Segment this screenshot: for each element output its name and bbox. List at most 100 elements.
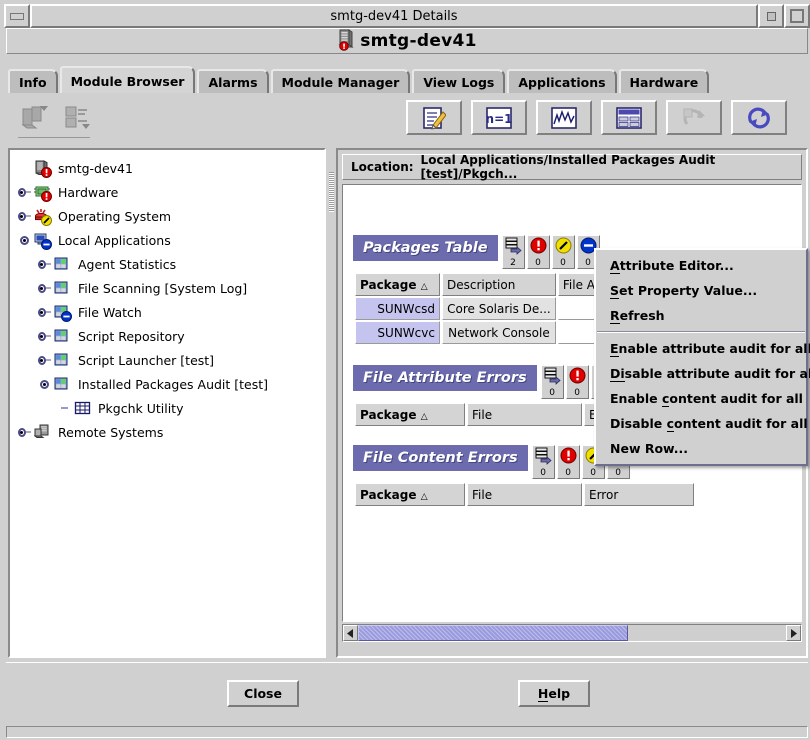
tree-item-label: smtg-dev41 <box>58 160 133 176</box>
tab-alarms[interactable]: Alarms <box>197 69 269 94</box>
tab-applications[interactable]: Applications <box>507 69 617 94</box>
refresh-disabled-button <box>666 100 722 135</box>
tree-expand-handle-closed-icon[interactable] <box>18 186 31 199</box>
sort-ascending-icon: △ <box>420 491 428 502</box>
maximize-button[interactable] <box>784 4 810 28</box>
tree-item-file-scanning-system-log[interactable]: File Scanning [System Log] <box>18 276 324 300</box>
col-package[interactable]: Package △ <box>355 273 440 296</box>
window-menu-button[interactable] <box>4 4 30 28</box>
tree-item-agent-statistics[interactable]: Agent Statistics <box>18 252 324 276</box>
context-menu[interactable]: Attribute Editor... Set Property Value...… <box>594 248 810 466</box>
tree-expand-handle-closed-icon[interactable] <box>38 354 51 367</box>
tree-expand-handle-closed-icon[interactable] <box>38 330 51 343</box>
tree-item-label: Operating System <box>58 208 172 224</box>
tree-expand-handle-closed-icon[interactable] <box>18 210 31 223</box>
rows-count-value: 2 <box>510 258 516 268</box>
view-menu-button[interactable] <box>61 99 95 137</box>
close-button[interactable]: Close <box>227 680 299 707</box>
caution-alarm-count: 0 <box>560 258 566 268</box>
tree-item-script-repository[interactable]: Script Repository <box>18 324 324 348</box>
tree-item-installed-packages-audit-test[interactable]: Installed Packages Audit [test] <box>18 372 324 396</box>
scroll-left-arrow-icon[interactable] <box>343 625 358 641</box>
module-menu-button[interactable] <box>18 99 52 137</box>
scroll-thumb[interactable] <box>358 625 628 641</box>
graph-button[interactable] <box>536 100 592 135</box>
alarm-critical-icon <box>560 447 577 468</box>
maximize-icon <box>790 9 804 23</box>
down-alarm-count: 0 <box>585 258 591 268</box>
menu-item-disable-content-audit-for-all[interactable]: Disable content audit for all <box>596 411 808 436</box>
file-attribute-errors-title[interactable]: File Attribute Errors <box>353 365 537 391</box>
rows-count-badge[interactable]: 0 <box>531 445 555 479</box>
tree-expand-handle-closed-icon[interactable] <box>38 282 51 295</box>
help-button[interactable]: Help <box>518 680 590 707</box>
menu-item-disable-attribute-audit-for-all[interactable]: Disable attribute audit for all <box>596 361 810 386</box>
tree-item-remote-systems[interactable]: Remote Systems <box>18 420 324 444</box>
refresh-button[interactable] <box>731 100 787 135</box>
set-property-value-button[interactable]: n=1 <box>471 100 527 135</box>
tree-expand-handle-closed-icon[interactable] <box>38 258 51 271</box>
rows-count-badge[interactable]: 0 <box>540 365 564 399</box>
menu-item-enable-attribute-audit-for-all[interactable]: Enable attribute audit for all <box>596 336 810 361</box>
cell-description[interactable]: Core Solaris De... <box>441 297 556 320</box>
file-content-errors-table[interactable]: Package △ File Error <box>353 482 696 507</box>
tree-expand-handle-closed-icon[interactable] <box>18 426 31 439</box>
alarm-caution-icon <box>555 237 572 258</box>
minimize-button[interactable] <box>758 4 784 28</box>
tree-item-smtg-dev41[interactable]: smtg-dev41 <box>18 156 324 180</box>
critical-alarm-count: 0 <box>574 388 580 398</box>
module-icon <box>54 328 73 345</box>
cell-package[interactable]: SUNWcvc <box>355 321 440 344</box>
col-package[interactable]: Package △ <box>355 403 465 426</box>
col-description[interactable]: Description <box>441 273 556 296</box>
tree-expand-handle-open-icon[interactable] <box>38 378 51 391</box>
tree-item-hardware[interactable]: Hardware <box>18 180 324 204</box>
col-error[interactable]: Error <box>584 483 694 506</box>
col-file[interactable]: File <box>467 403 582 426</box>
attribute-editor-button[interactable] <box>406 100 462 135</box>
tree-item-pkgchk-utility[interactable]: Pkgchk Utility <box>18 396 324 420</box>
critical-alarm-badge[interactable]: 0 <box>526 235 550 269</box>
tab-module-browser[interactable]: Module Browser <box>59 66 196 94</box>
critical-alarm-badge[interactable]: 0 <box>565 365 589 399</box>
tree-item-operating-system[interactable]: Operating System <box>18 204 324 228</box>
col-package-label: Package <box>360 277 417 292</box>
tab-view-logs[interactable]: View Logs <box>412 69 506 94</box>
horizontal-scrollbar[interactable] <box>342 624 802 642</box>
rows-count-badge[interactable]: 2 <box>501 235 525 269</box>
file-content-errors-header-row: Package △ File Error <box>355 483 694 506</box>
menu-item-attribute-editor[interactable]: Attribute Editor... <box>596 253 806 278</box>
scroll-trough[interactable] <box>358 625 786 641</box>
tree-item-file-watch[interactable]: File Watch <box>18 300 324 324</box>
tree-item-label: File Watch <box>78 304 142 320</box>
caution-alarm-badge[interactable]: 0 <box>551 235 575 269</box>
col-package[interactable]: Package △ <box>355 483 465 506</box>
pane-splitter[interactable] <box>327 148 336 658</box>
cell-package[interactable]: SUNWcsd <box>355 297 440 320</box>
splitter-grip[interactable] <box>329 172 334 212</box>
packages-table-title[interactable]: Packages Table <box>353 235 498 261</box>
tab-module-manager[interactable]: Module Manager <box>270 69 411 94</box>
tree-item-script-launcher-test[interactable]: Script Launcher [test] <box>18 348 324 372</box>
file-content-errors-title[interactable]: File Content Errors <box>353 445 528 471</box>
menu-item-new-row[interactable]: New Row... <box>596 436 806 461</box>
apps-icon <box>34 232 53 250</box>
tree-expand-handle-open-icon[interactable] <box>18 234 31 247</box>
table-view-button[interactable] <box>601 100 657 135</box>
critical-alarm-badge[interactable]: 0 <box>556 445 580 479</box>
menu-item-set-property-value[interactable]: Set Property Value... <box>596 278 806 303</box>
menu-item-enable-content-audit-for-all[interactable]: Enable content audit for all <box>596 386 806 411</box>
location-path: Local Applications/Installed Packages Au… <box>420 153 716 181</box>
tree-item-local-applications[interactable]: Local Applications <box>18 228 324 252</box>
tab-hardware[interactable]: Hardware <box>618 69 710 94</box>
cell-description[interactable]: Network Console <box>441 321 556 344</box>
navigation-tree-pane[interactable]: smtg-dev41 Hardware Operating System Local … <box>8 148 326 658</box>
tree-item-label: Script Launcher [test] <box>78 352 215 368</box>
col-file[interactable]: File <box>467 483 582 506</box>
scroll-right-arrow-icon[interactable] <box>786 625 801 641</box>
menu-item-refresh[interactable]: Refresh <box>596 303 806 328</box>
remote-systems-icon <box>33 424 53 441</box>
tree-expand-handle-closed-icon[interactable] <box>38 306 51 319</box>
tree-item-label: Hardware <box>58 184 119 200</box>
tab-info[interactable]: Info <box>8 69 58 94</box>
